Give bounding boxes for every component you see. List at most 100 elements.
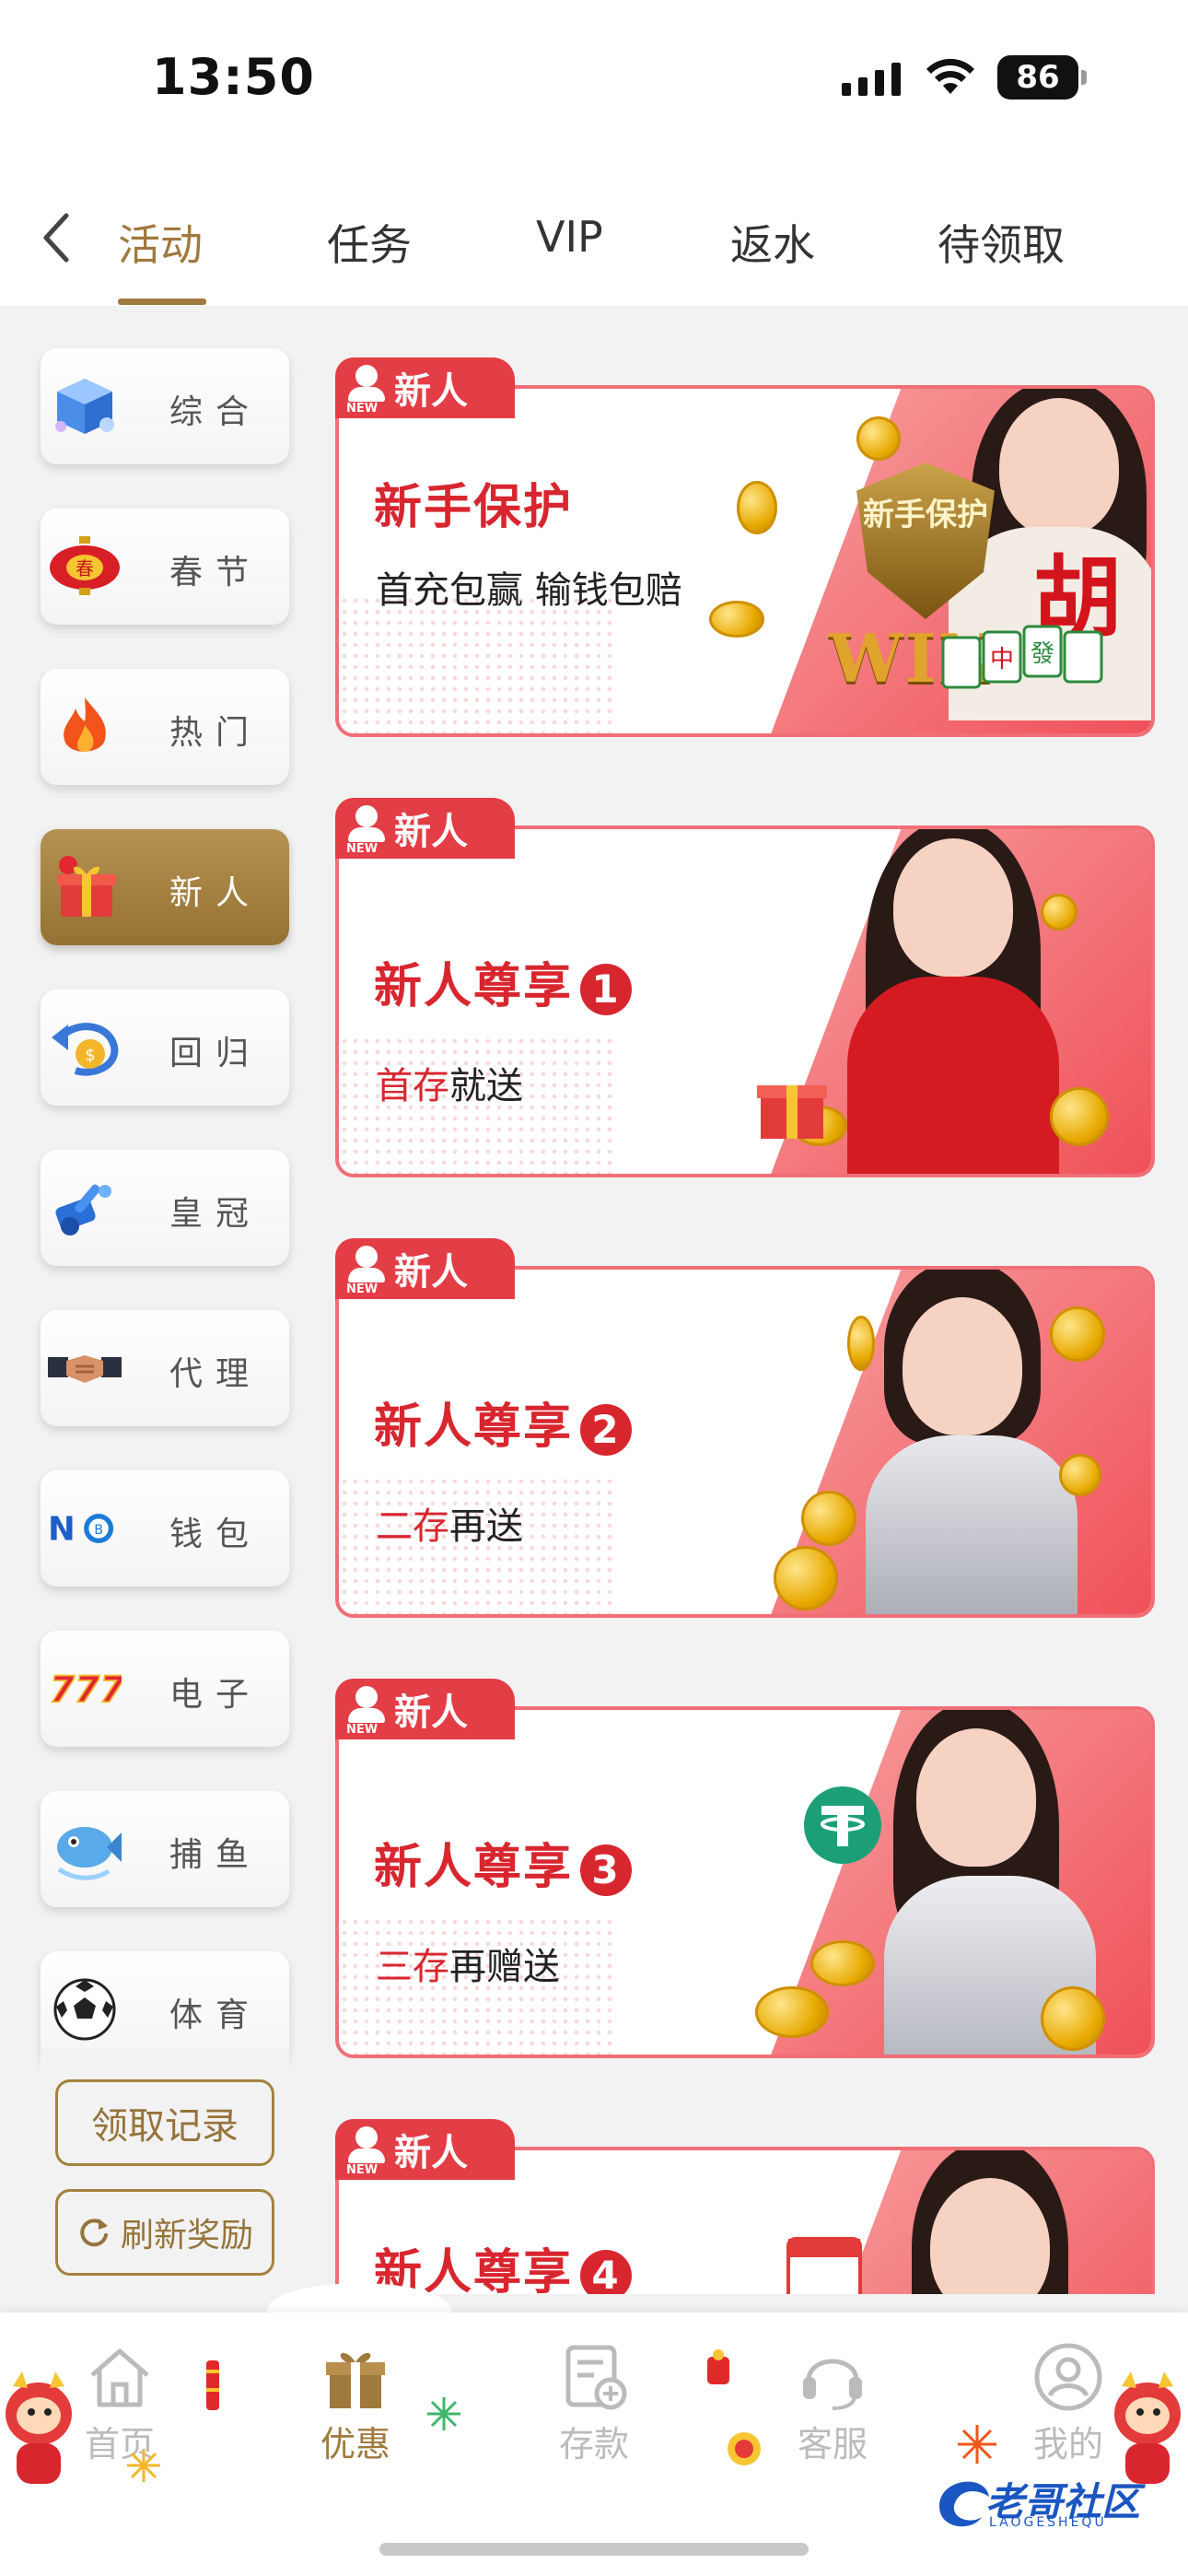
calendar-icon bbox=[786, 2237, 862, 2294]
coin-icon bbox=[801, 1491, 856, 1546]
sidebar-item-electronic[interactable]: 777 电子 bbox=[41, 1631, 289, 1747]
battery-indicator: 86 bbox=[997, 55, 1087, 100]
svg-text:春: 春 bbox=[76, 557, 94, 580]
banner-number-badge: 1 bbox=[580, 964, 633, 1015]
sidebar-item-fishing[interactable]: 捕鱼 bbox=[41, 1791, 289, 1907]
coin-icon bbox=[1041, 894, 1077, 931]
coin-icon bbox=[810, 1940, 875, 1986]
home-indicator bbox=[379, 2543, 809, 2556]
coin-icon bbox=[737, 481, 777, 534]
banner-artwork bbox=[786, 2150, 1114, 2294]
promo-banner-newcomer-1[interactable]: 新人尊享 1 首存就送 NEW 新人 bbox=[335, 798, 1157, 1177]
user-icon bbox=[1034, 2343, 1102, 2411]
firecracker-icon bbox=[707, 2349, 729, 2384]
active-tab-indicator bbox=[118, 299, 206, 305]
sidebar-item-label: 电子 bbox=[169, 1676, 262, 1714]
sidebar-item-general[interactable]: 综合 bbox=[41, 348, 289, 464]
coin-icon bbox=[856, 416, 901, 461]
cube-icon bbox=[48, 372, 122, 440]
sidebar-item-return[interactable]: $ 回归 bbox=[41, 989, 289, 1106]
nav-customer-service-label: 客服 bbox=[797, 2424, 868, 2465]
top-tab-bar: 活动 任务 VIP 返水 待领取 bbox=[0, 157, 1188, 306]
new-user-icon: NEW bbox=[344, 1684, 390, 1738]
model-dress bbox=[866, 1435, 1077, 1614]
model-face bbox=[916, 1728, 1036, 1867]
sidebar-item-label: 钱包 bbox=[169, 1516, 262, 1553]
headset-icon bbox=[803, 2359, 862, 2410]
wifi-icon bbox=[926, 58, 974, 94]
nav-promotions[interactable]: 优惠 bbox=[282, 2340, 429, 2488]
tab-vip[interactable]: VIP bbox=[536, 212, 603, 262]
sidebar-item-crown[interactable]: 皇冠 bbox=[41, 1150, 289, 1266]
banner-card: 新人尊享 3 三存再赠送 bbox=[335, 1706, 1155, 2058]
promo-banner-newcomer-3[interactable]: 新人尊享 3 三存再赠送 NEW 新人 bbox=[335, 1679, 1157, 2058]
gift-icon bbox=[48, 853, 122, 921]
svg-text:777: 777 bbox=[50, 1669, 122, 1711]
banner-title: 新人尊享 4 bbox=[374, 2233, 633, 2294]
sidebar-item-label: 春节 bbox=[169, 554, 262, 591]
promo-banner-newbie-protection[interactable]: 新手保护 首充包赢 输钱包赔 新手保护 WIN 胡 中發 NEW 新人 bbox=[335, 357, 1157, 737]
content-bottom-fade bbox=[0, 2294, 1188, 2313]
sidebar-item-spring-festival[interactable]: 春 春节 bbox=[41, 509, 289, 625]
sidebar-item-wallet[interactable]: NB 钱包 bbox=[41, 1470, 289, 1587]
svg-text:發: 發 bbox=[1031, 640, 1054, 668]
claim-records-button[interactable]: 领取记录 bbox=[55, 2079, 274, 2166]
banner-subtitle: 三存再赠送 bbox=[376, 1946, 560, 1988]
sidebar-item-newcomer[interactable]: 新人 bbox=[41, 829, 289, 945]
watermark-subtext: LAOGESHEQU bbox=[989, 2515, 1107, 2530]
firework-icon bbox=[958, 2425, 996, 2464]
banner-number-badge: 4 bbox=[580, 2250, 633, 2294]
promo-banner-newcomer-2[interactable]: 新人尊享 2 二存再送 NEW 新人 bbox=[335, 1238, 1157, 1618]
tab-tasks[interactable]: 任务 bbox=[327, 212, 412, 273]
refresh-icon bbox=[80, 2219, 108, 2247]
model-dress bbox=[847, 977, 1059, 1174]
crown-icon bbox=[48, 1174, 122, 1242]
promo-banner-newcomer-4[interactable]: 新人尊享 4 NEW 新人 bbox=[335, 2119, 1157, 2294]
refresh-rewards-label: 刷新奖励 bbox=[120, 2217, 253, 2254]
sidebar-item-label: 捕鱼 bbox=[169, 1836, 262, 1874]
sidebar-item-agent[interactable]: 代理 bbox=[41, 1310, 289, 1426]
newcomer-tag: NEW 新人 bbox=[335, 1679, 515, 1739]
nav-deposit[interactable]: 存款 bbox=[520, 2340, 668, 2488]
banner-subtitle: 首存就送 bbox=[376, 1065, 523, 1107]
lantern-icon: 春 bbox=[48, 533, 122, 601]
banner-number-badge: 2 bbox=[580, 1404, 633, 1456]
newcomer-tag: NEW 新人 bbox=[335, 2119, 515, 2180]
tab-rebate[interactable]: 返水 bbox=[730, 212, 815, 273]
banner-card: 新人尊享 2 二存再送 bbox=[335, 1266, 1155, 1618]
wallet-icon: NB bbox=[48, 1494, 122, 1563]
firework-icon bbox=[427, 2397, 460, 2430]
new-user-icon: NEW bbox=[344, 2125, 390, 2178]
svg-text:N: N bbox=[48, 1510, 76, 1548]
refresh-rewards-button[interactable]: 刷新奖励 bbox=[55, 2189, 274, 2276]
slot-777-icon: 777 bbox=[48, 1655, 122, 1723]
nav-deposit-label: 存款 bbox=[558, 2424, 629, 2465]
banner-title: 新人尊享 3 bbox=[374, 1828, 633, 1897]
cellular-signal-icon bbox=[842, 63, 901, 96]
tab-activity[interactable]: 活动 bbox=[118, 212, 203, 273]
red-envelope-icon bbox=[728, 2432, 761, 2465]
banner-artwork bbox=[757, 829, 1114, 1174]
handshake-icon bbox=[48, 1334, 122, 1402]
nav-promotions-label: 优惠 bbox=[320, 2424, 390, 2465]
svg-text:中: 中 bbox=[990, 646, 1014, 673]
sidebar-item-label: 皇冠 bbox=[169, 1195, 262, 1233]
status-bar: 13:50 86 bbox=[0, 0, 1188, 157]
back-button[interactable] bbox=[39, 210, 76, 265]
model-face bbox=[893, 838, 1013, 977]
fish-icon bbox=[48, 1815, 122, 1883]
category-sidebar: 综合 春 春节 热门 新人 $ 回归 皇冠 代理 N B 钱包 777 电子 捕… bbox=[41, 348, 289, 2112]
gift-box-icon bbox=[326, 2352, 385, 2408]
sidebar-item-label: 综合 bbox=[169, 393, 262, 431]
nav-customer-service[interactable]: 客服 bbox=[759, 2340, 906, 2488]
sidebar-item-hot[interactable]: 热门 bbox=[41, 669, 289, 785]
newcomer-tag: NEW 新人 bbox=[335, 1238, 515, 1299]
sidebar-item-label: 热门 bbox=[169, 714, 262, 752]
new-user-icon: NEW bbox=[344, 1244, 390, 1297]
coin-icon bbox=[1059, 1454, 1101, 1496]
coin-icon bbox=[709, 601, 764, 638]
tab-pending[interactable]: 待领取 bbox=[938, 212, 1065, 273]
status-time: 13:50 bbox=[152, 48, 315, 106]
newcomer-tag: NEW 新人 bbox=[335, 357, 515, 418]
banner-artwork: 新手保护 WIN 胡 中發 bbox=[709, 389, 1151, 733]
